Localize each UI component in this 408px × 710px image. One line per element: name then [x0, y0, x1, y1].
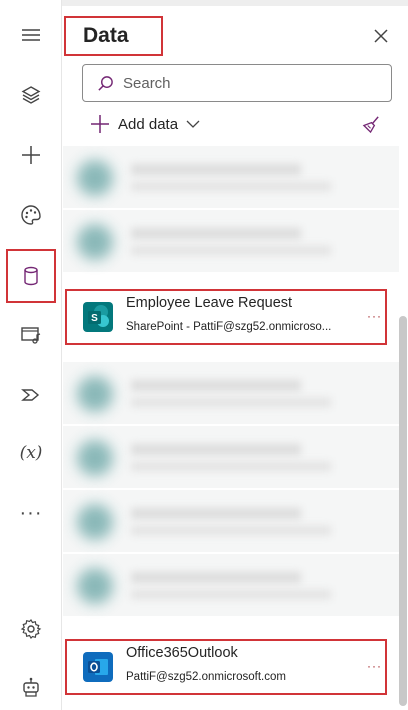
sharepoint-icon: S	[83, 302, 113, 332]
insert-button[interactable]	[6, 130, 56, 180]
power-automate-button[interactable]	[6, 370, 56, 420]
connection-name: Employee Leave Request	[126, 295, 293, 311]
connection-subtitle: SharePoint - PattiF@szg52.onmicroso...	[126, 321, 332, 333]
clear-button[interactable]	[359, 112, 383, 136]
search-icon	[98, 75, 113, 91]
gear-icon	[20, 619, 42, 639]
list-item[interactable]	[63, 554, 399, 616]
media-button[interactable]	[6, 310, 56, 360]
data-button[interactable]	[6, 249, 56, 303]
list-item[interactable]	[63, 490, 399, 552]
svg-text:S: S	[91, 313, 98, 324]
list-item[interactable]	[63, 146, 399, 208]
list-item[interactable]	[63, 362, 399, 424]
tree-view-button[interactable]	[6, 70, 56, 120]
scrollbar[interactable]	[399, 316, 407, 706]
variables-icon: (x)	[19, 443, 43, 463]
add-data-label: Add data	[118, 115, 179, 133]
layers-icon	[21, 86, 41, 104]
more-button[interactable]: ···	[6, 488, 56, 538]
connection-list: S Employee Leave Request SharePoint - Pa…	[63, 146, 399, 710]
palette-icon	[21, 205, 41, 225]
panel-title: Data	[83, 24, 129, 47]
theme-button[interactable]	[6, 190, 56, 240]
database-icon	[24, 266, 38, 286]
settings-button[interactable]	[6, 604, 56, 654]
plus-icon	[22, 146, 40, 164]
bot-icon	[23, 677, 39, 697]
hamburger-menu-button[interactable]	[6, 10, 56, 60]
variables-button[interactable]: (x)	[6, 428, 56, 478]
copilot-button[interactable]	[6, 662, 56, 710]
media-icon	[21, 327, 41, 344]
list-item[interactable]	[63, 426, 399, 488]
search-input[interactable]: Search	[82, 64, 392, 102]
chevron-down-icon	[186, 120, 200, 128]
left-rail: (x) ···	[0, 0, 62, 710]
ellipsis-icon: ···	[19, 501, 43, 524]
plus-icon	[91, 115, 109, 133]
close-button[interactable]	[369, 24, 393, 48]
broom-icon	[362, 115, 379, 133]
list-item-office365outlook[interactable]: Office365Outlook PattiF@szg52.onmicrosof…	[65, 639, 387, 695]
more-options-button[interactable]: ···	[367, 659, 382, 673]
search-placeholder: Search	[123, 74, 171, 92]
data-panel: Data Search Add data S Employee Leave Re…	[63, 6, 408, 710]
panel-title-box: Data	[64, 16, 163, 56]
add-data-button[interactable]: Add data	[90, 110, 200, 138]
list-item[interactable]	[63, 210, 399, 272]
close-icon	[374, 29, 388, 43]
more-options-button[interactable]: ···	[367, 309, 382, 323]
outlook-icon	[83, 652, 113, 682]
list-item-employee-leave-request[interactable]: S Employee Leave Request SharePoint - Pa…	[65, 289, 387, 345]
connection-subtitle: PattiF@szg52.onmicrosoft.com	[126, 671, 286, 683]
connection-name: Office365Outlook	[126, 645, 238, 661]
hamburger-icon	[22, 29, 40, 41]
flow-icon	[21, 389, 40, 401]
